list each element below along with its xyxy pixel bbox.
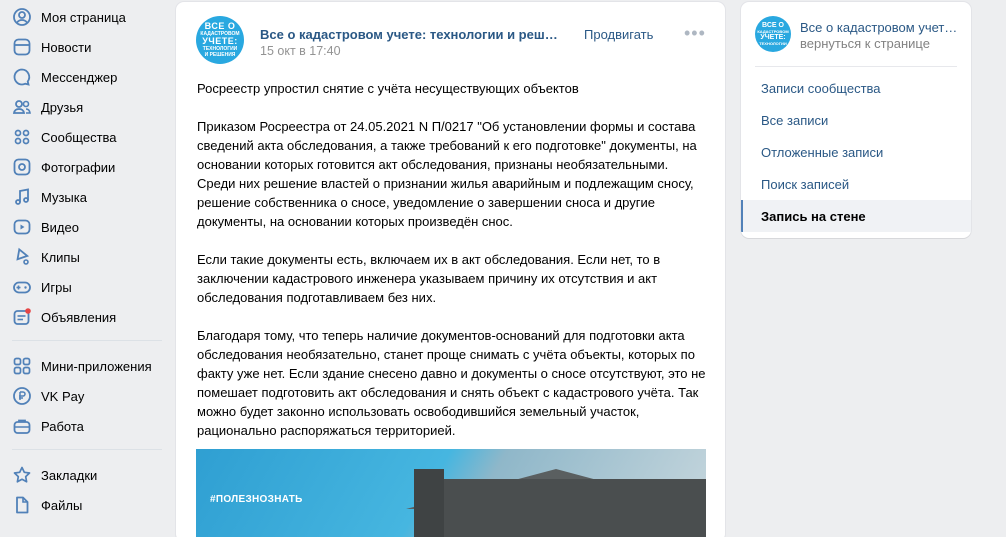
sidebar-item-label: Объявления bbox=[41, 309, 117, 325]
post-paragraph: Росреестр упростил снятие с учёта несуще… bbox=[197, 81, 579, 96]
user-circle-icon bbox=[12, 7, 32, 27]
sidebar-item-label: Клипы bbox=[41, 249, 80, 265]
post-text: Росреестр упростил снятие с учёта несуще… bbox=[197, 79, 707, 459]
clips-icon bbox=[12, 247, 32, 267]
avatar-text: УЧЕТЕ: bbox=[760, 34, 786, 41]
link-all-posts[interactable]: Все записи bbox=[741, 104, 971, 136]
gamepad-icon bbox=[12, 277, 32, 297]
sidebar-item-photos[interactable]: Фотографии bbox=[8, 153, 168, 181]
post-date[interactable]: 15 окт в 17:40 bbox=[260, 44, 341, 58]
image-chimney bbox=[414, 469, 444, 537]
friends-icon bbox=[12, 97, 32, 117]
sidebar-item-files[interactable]: Файлы bbox=[8, 491, 168, 519]
sidebar-item-music[interactable]: Музыка bbox=[8, 183, 168, 211]
avatar-text: ВСЕ О bbox=[204, 21, 236, 31]
post-author-link[interactable]: Все о кадастровом учете: технологии и ре… bbox=[260, 27, 560, 42]
avatar-text: ВСЕ О bbox=[762, 22, 784, 29]
right-panel: ВСЕ О КАДАСТРОВОМ УЧЕТЕ: ТЕХНОЛОГИИ Все … bbox=[741, 2, 971, 238]
communities-icon bbox=[12, 127, 32, 147]
sidebar-divider bbox=[12, 449, 162, 450]
promote-button[interactable]: Продвигать bbox=[584, 27, 653, 42]
sidebar-item-label: Закладки bbox=[41, 467, 98, 483]
image-hashtag: #ПОЛЕЗНОЗНАТЬ bbox=[210, 494, 303, 505]
panel-divider bbox=[755, 66, 957, 67]
sidebar-item-label: Видео bbox=[41, 219, 79, 235]
sidebar-item-label: Мессенджер bbox=[41, 69, 118, 85]
community-avatar[interactable]: ВСЕ О КАДАСТРОВОМ УЧЕТЕ: ТЕХНОЛОГИИ И РЕ… bbox=[196, 16, 244, 64]
sidebar-item-games[interactable]: Игры bbox=[8, 273, 168, 301]
sidebar-item-messenger[interactable]: Мессенджер bbox=[8, 63, 168, 91]
music-icon bbox=[12, 187, 32, 207]
avatar-text: УЧЕТЕ: bbox=[202, 36, 238, 46]
apps-icon bbox=[12, 356, 32, 376]
avatar-text: ТЕХНОЛОГИИ bbox=[759, 41, 787, 46]
sidebar-item-video[interactable]: Видео bbox=[8, 213, 168, 241]
sidebar-item-news[interactable]: Новости bbox=[8, 33, 168, 61]
file-icon bbox=[12, 495, 32, 515]
sidebar-item-my-page[interactable]: Моя страница bbox=[8, 3, 168, 31]
sidebar-item-label: Моя страница bbox=[41, 9, 126, 25]
sidebar-item-label: Фотографии bbox=[41, 159, 116, 175]
avatar-text: И РЕШЕНИЯ bbox=[204, 52, 236, 58]
sidebar-item-label: Музыка bbox=[41, 189, 87, 205]
sidebar-divider bbox=[12, 340, 162, 341]
sidebar-item-label: Работа bbox=[41, 418, 84, 434]
photo-icon bbox=[12, 157, 32, 177]
sidebar-item-mini-apps[interactable]: Мини-приложения bbox=[8, 352, 168, 380]
community-title-link[interactable]: Все о кадастровом учете: технологии и ре… bbox=[800, 20, 960, 35]
video-icon bbox=[12, 217, 32, 237]
image-house bbox=[426, 479, 706, 537]
sidebar-item-label: Друзья bbox=[41, 99, 84, 115]
link-wall-post[interactable]: Запись на стене bbox=[741, 200, 971, 232]
vkpay-icon bbox=[12, 386, 32, 406]
post-paragraph: Приказом Росреестра от 24.05.2021 N П/02… bbox=[197, 119, 697, 229]
post-image[interactable]: #ПОЛЕЗНОЗНАТЬ bbox=[196, 449, 706, 537]
message-icon bbox=[12, 67, 32, 87]
sidebar-item-vk-pay[interactable]: VK Pay bbox=[8, 382, 168, 410]
more-options-icon[interactable]: ••• bbox=[684, 24, 706, 42]
star-icon bbox=[12, 465, 32, 485]
sidebar-item-classifieds[interactable]: Объявления bbox=[8, 303, 168, 331]
community-avatar-small[interactable]: ВСЕ О КАДАСТРОВОМ УЧЕТЕ: ТЕХНОЛОГИИ bbox=[755, 16, 791, 52]
sidebar-item-label: Файлы bbox=[41, 497, 83, 513]
sidebar-item-label: VK Pay bbox=[41, 388, 85, 404]
news-icon bbox=[12, 37, 32, 57]
sidebar-item-clips[interactable]: Клипы bbox=[8, 243, 168, 271]
sidebar-item-bookmarks[interactable]: Закладки bbox=[8, 461, 168, 489]
sidebar-item-jobs[interactable]: Работа bbox=[8, 412, 168, 440]
sidebar-item-communities[interactable]: Сообщества bbox=[8, 123, 168, 151]
back-to-page-link[interactable]: вернуться к странице bbox=[800, 36, 930, 51]
sidebar-item-label: Мини-приложения bbox=[41, 358, 152, 374]
link-postponed-posts[interactable]: Отложенные записи bbox=[741, 136, 971, 168]
classifieds-icon bbox=[12, 307, 32, 327]
sidebar-item-label: Сообщества bbox=[41, 129, 117, 145]
post-paragraph: Если такие документы есть, включаем их в… bbox=[197, 252, 661, 305]
sidebar-item-friends[interactable]: Друзья bbox=[8, 93, 168, 121]
post-paragraph: Благодаря тому, что теперь наличие докум… bbox=[197, 328, 706, 438]
link-search-posts[interactable]: Поиск записей bbox=[741, 168, 971, 200]
sidebar-item-label: Игры bbox=[41, 279, 72, 295]
sidebar-item-label: Новости bbox=[41, 39, 92, 55]
link-community-posts[interactable]: Записи сообщества bbox=[741, 72, 971, 104]
briefcase-icon bbox=[12, 416, 32, 436]
wall-post: ВСЕ О КАДАСТРОВОМ УЧЕТЕ: ТЕХНОЛОГИИ И РЕ… bbox=[176, 2, 725, 537]
